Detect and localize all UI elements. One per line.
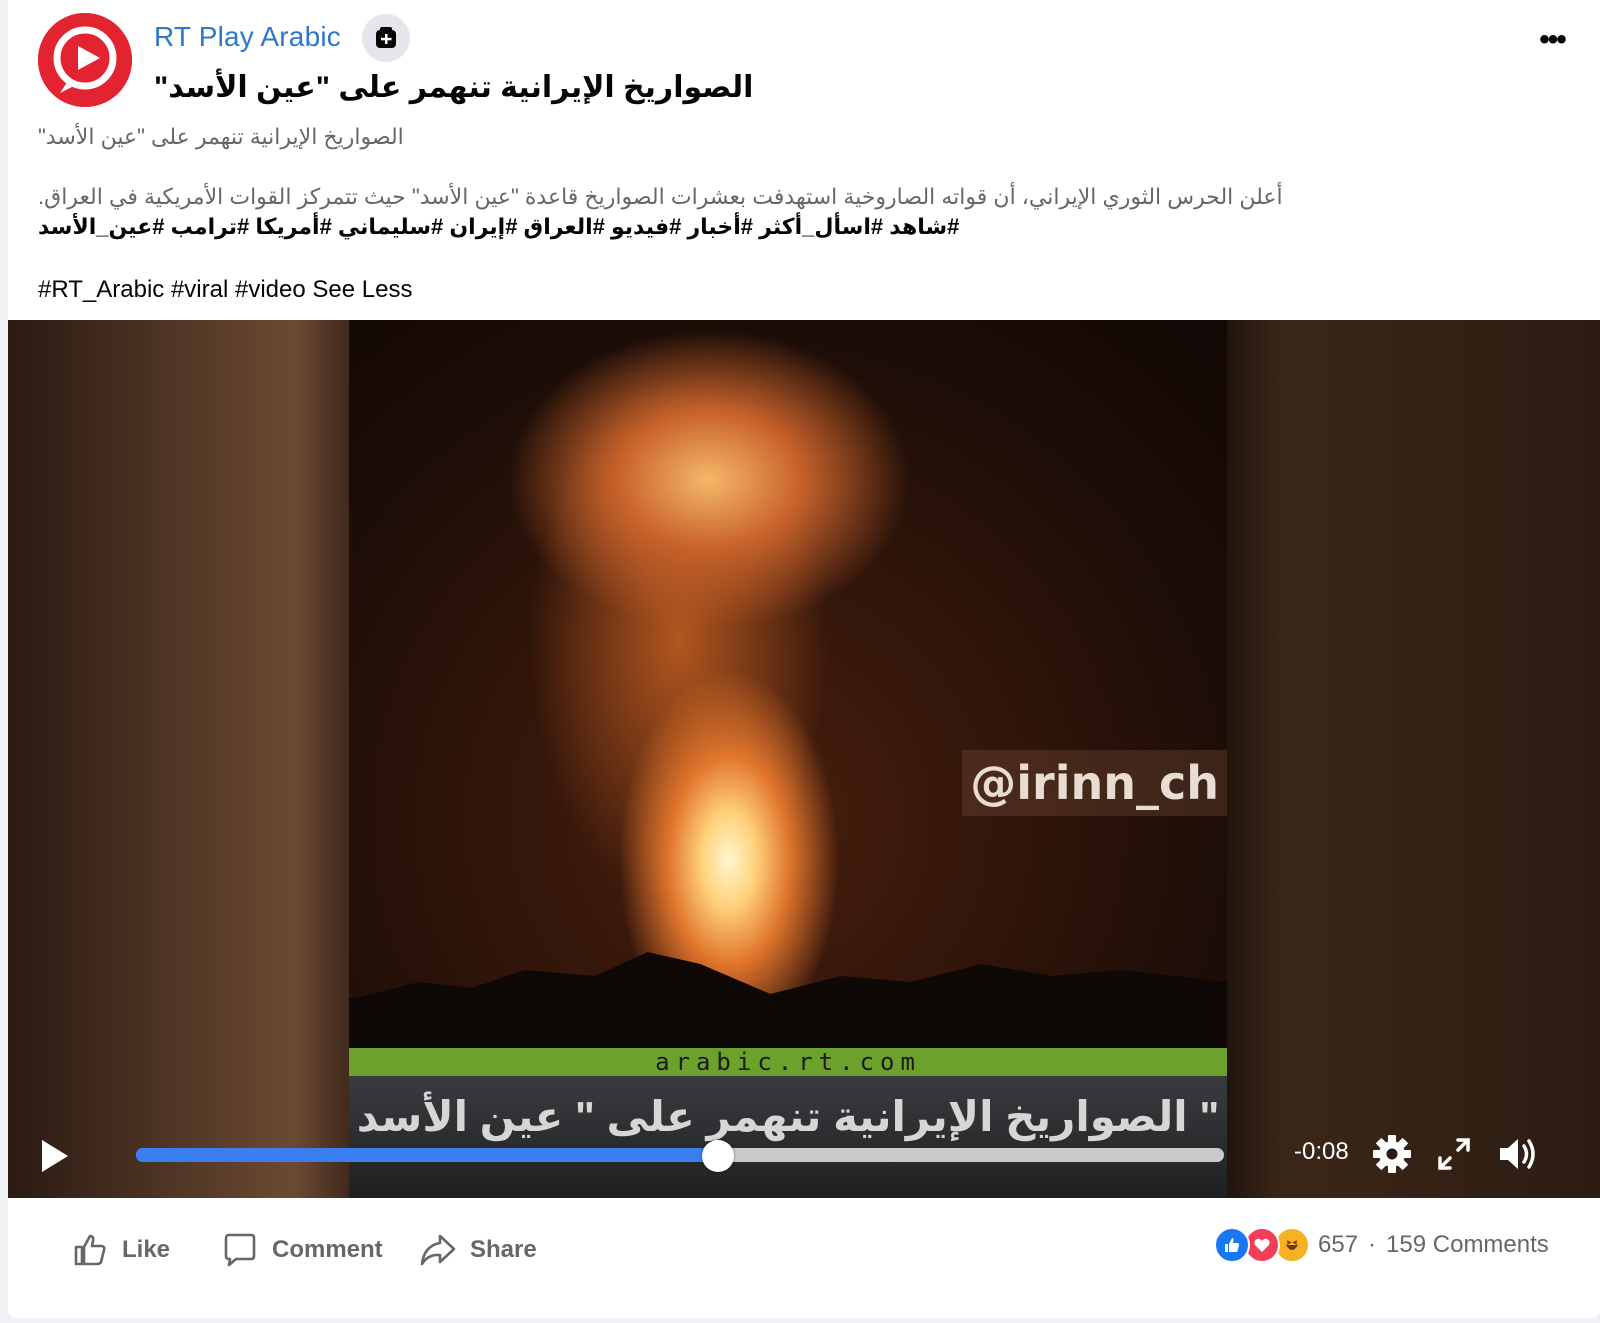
like-label: Like — [122, 1236, 171, 1263]
like-reaction-icon — [1214, 1227, 1250, 1263]
rt-play-logo-icon — [38, 13, 132, 107]
video-caption: الصواريخ الإيرانية تنهمر على " عين الأسد… — [356, 1093, 1220, 1140]
video-frame: @irinn_ch arabic.rt.com الصواريخ الإيران… — [349, 320, 1227, 1198]
share-button[interactable]: Share — [418, 1230, 537, 1270]
action-bar: Like Comment Share 657 · 159 Comments — [8, 1200, 1600, 1300]
more-options-icon: ••• — [1539, 23, 1566, 56]
settings-gear-icon[interactable] — [1370, 1132, 1414, 1176]
skyline-silhouette — [349, 952, 1227, 1048]
post-description: .أعلن الحرس الثوري الإيراني، أن قواته ال… — [38, 184, 1283, 209]
see-less-link[interactable]: See Less — [312, 276, 412, 303]
like-button[interactable]: Like — [70, 1230, 170, 1270]
share-arrow-icon — [420, 1234, 456, 1266]
progress-fill — [136, 1148, 719, 1162]
post-title: "الصواريخ الإيرانية تنهمر على "عين الأسد — [154, 71, 754, 104]
share-label: Share — [470, 1236, 537, 1263]
comment-count-link[interactable]: 159 Comments — [1386, 1231, 1549, 1259]
site-url: arabic.rt.com — [655, 1048, 921, 1076]
volume-icon[interactable] — [1496, 1132, 1540, 1176]
video-player[interactable]: @irinn_ch arabic.rt.com الصواريخ الإيران… — [8, 320, 1600, 1198]
hashtag-links[interactable]: #RT_Arabic #viral #video — [38, 276, 306, 303]
fullscreen-icon[interactable] — [1432, 1132, 1476, 1176]
separator-dot: · — [1368, 1231, 1377, 1258]
post-subtitle: "الصواريخ الإيرانية تنهمر على "عين الأسد — [38, 124, 404, 149]
thumbs-up-icon — [74, 1234, 106, 1266]
comment-bubble-icon — [224, 1233, 256, 1267]
english-hashtags: #RT_Arabic #viral #video See Less — [38, 276, 412, 304]
play-icon[interactable] — [36, 1136, 72, 1176]
follow-page-icon — [376, 27, 396, 48]
progress-scrubber[interactable] — [702, 1140, 735, 1172]
arabic-hashtags[interactable]: شاهد #اسأل_أكثر #أخبار #فيديو #العراق #إ… — [38, 214, 959, 240]
more-options-button[interactable]: ••• — [1532, 22, 1572, 58]
comment-button[interactable]: Comment — [220, 1230, 383, 1270]
video-watermark: @irinn_ch — [962, 750, 1227, 816]
time-remaining: -0:08 — [1294, 1138, 1349, 1165]
page-avatar[interactable] — [38, 13, 132, 107]
reaction-count: 657 — [1318, 1231, 1359, 1258]
page-name-link[interactable]: RT Play Arabic — [154, 21, 341, 53]
follow-page-button[interactable] — [362, 14, 410, 62]
reaction-summary[interactable]: 657 · 159 Comments — [1214, 1227, 1549, 1263]
comment-label: Comment — [272, 1236, 383, 1263]
